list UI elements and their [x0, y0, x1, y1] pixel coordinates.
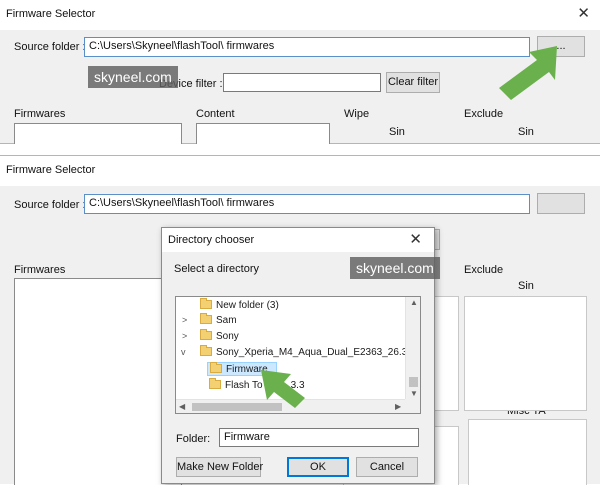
tree-item[interactable]: Sony_Xperia_M4_Aqua_Dual_E2363_26.3.B.1: [200, 345, 420, 360]
green-arrow-pointer: [261, 370, 305, 408]
browse-button[interactable]: [537, 193, 585, 214]
firmwares-list[interactable]: [14, 123, 182, 144]
folder-icon: [200, 298, 212, 309]
make-new-folder-button[interactable]: Make New Folder: [176, 457, 263, 477]
folder-icon: [200, 345, 212, 356]
watermark-bottom: skyneel.com: [350, 257, 440, 279]
folder-icon: [200, 313, 212, 324]
scroll-right-icon[interactable]: ▶: [395, 402, 401, 411]
folder-icon: [200, 329, 212, 340]
select-directory-label: Select a directory: [174, 263, 259, 275]
folder-label: Folder:: [176, 433, 211, 445]
close-icon[interactable]: ✕: [577, 4, 590, 22]
vertical-scrollbar[interactable]: ▲ ▼: [405, 297, 420, 401]
tree-item[interactable]: Sam: [200, 313, 237, 328]
clear-filter-button[interactable]: Clear filter: [386, 72, 440, 93]
wipe-column-label: Wipe: [344, 108, 370, 120]
misc-ta-list[interactable]: [468, 419, 587, 485]
wipe-sin-label: Sin: [389, 126, 405, 138]
scroll-left-icon[interactable]: ◀: [179, 402, 185, 411]
exclude-sin-list[interactable]: [464, 296, 587, 411]
window-title: Firmware Selector: [6, 8, 96, 20]
scroll-down-icon[interactable]: ▼: [410, 389, 418, 398]
folder-input[interactable]: Firmware: [219, 428, 419, 447]
cancel-button[interactable]: Cancel: [356, 457, 418, 477]
device-filter-input[interactable]: [223, 73, 381, 92]
tree-item[interactable]: New folder (3): [200, 298, 279, 313]
window-title: Firmware Selector: [6, 164, 96, 176]
exclude-sin-label: Sin: [518, 126, 534, 138]
chevron-right-icon[interactable]: >: [182, 315, 187, 325]
source-folder-label: Source folder :: [14, 41, 86, 53]
source-folder-label: Source folder :: [14, 199, 86, 211]
scroll-up-icon[interactable]: ▲: [410, 298, 418, 307]
firmwares-column-label: Firmwares: [14, 108, 66, 120]
close-icon[interactable]: ✕: [409, 230, 422, 248]
tree-item[interactable]: Sony: [200, 329, 239, 344]
content-column-label: Content: [196, 108, 235, 120]
scrollbar-corner: [405, 399, 420, 413]
chevron-down-icon[interactable]: v: [181, 347, 186, 357]
dialog-title-bar: Directory chooser ✕: [162, 228, 434, 252]
title-bar: Firmware Selector: [0, 156, 600, 186]
source-folder-input[interactable]: C:\Users\Skyneel\flashTool\ firmwares: [84, 194, 530, 214]
source-folder-input[interactable]: C:\Users\Skyneel\flashTool\ firmwares: [84, 37, 530, 57]
watermark-top: skyneel.com: [88, 66, 178, 88]
exclude-column-label: Exclude: [464, 264, 504, 276]
chevron-right-icon[interactable]: >: [182, 331, 187, 341]
folder-icon: [210, 362, 222, 373]
exclude-sin-label: Sin: [518, 280, 534, 292]
content-list[interactable]: [196, 123, 330, 144]
exclude-column-label: Exclude: [464, 108, 504, 120]
dialog-title: Directory chooser: [168, 234, 255, 246]
title-bar: Firmware Selector ✕: [0, 0, 600, 30]
green-arrow-pointer: [499, 46, 557, 100]
firmwares-column-label: Firmwares: [14, 264, 66, 276]
firmwares-list[interactable]: [14, 278, 182, 485]
ok-button[interactable]: OK: [287, 457, 349, 477]
folder-icon: [209, 378, 221, 389]
scroll-thumb[interactable]: [409, 377, 418, 387]
